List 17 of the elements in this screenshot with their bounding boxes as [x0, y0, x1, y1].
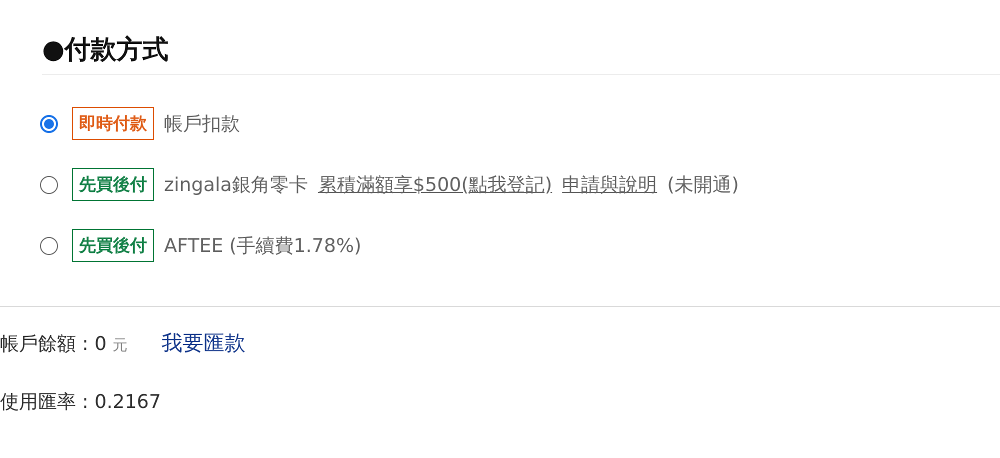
payment-tag: 即時付款 [72, 107, 154, 140]
link[interactable]: 累積滿額享$500(點我登記) [318, 172, 552, 198]
option-label: AFTEE (手續費1.78%) [164, 234, 362, 258]
payment-tag: 先買後付 [72, 229, 154, 262]
exchange-rate: 使用匯率 : 0.2167 [0, 390, 161, 415]
section-title: ●付款方式 [42, 34, 169, 67]
payment-tag: 先買後付 [72, 168, 154, 201]
option-label: zingala銀角零卡 [164, 172, 308, 198]
radio-button[interactable] [40, 176, 58, 194]
option-label: 帳戶扣款 [164, 112, 240, 136]
option-label: (未開通) [667, 172, 739, 198]
currency-unit: 元 [112, 336, 128, 355]
transfer-link[interactable]: 我要匯款 [162, 329, 246, 357]
link[interactable]: 申請與說明 [562, 172, 658, 198]
balance-label: 帳戶餘額 : 0 [0, 332, 107, 357]
radio-button[interactable] [40, 114, 58, 132]
radio-button[interactable] [40, 236, 58, 254]
